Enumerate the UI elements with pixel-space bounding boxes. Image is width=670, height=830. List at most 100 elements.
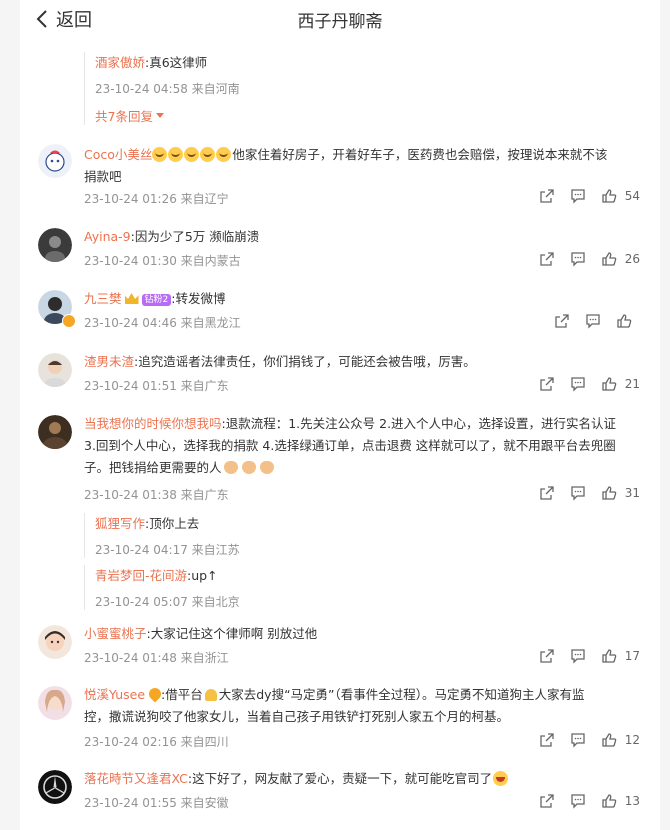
emoji-icon bbox=[152, 147, 168, 162]
reply-meta: 23-10-24 04:17 来自江苏 bbox=[95, 543, 240, 557]
emoji-icon bbox=[184, 147, 200, 162]
crown-icon bbox=[124, 293, 139, 304]
like-button[interactable]: 12 bbox=[601, 732, 640, 748]
comment-button[interactable] bbox=[570, 485, 586, 501]
more-replies-label: 共7条回复 bbox=[95, 109, 153, 124]
avatar[interactable] bbox=[38, 353, 72, 387]
comment-button[interactable] bbox=[585, 313, 601, 329]
avatar[interactable] bbox=[38, 625, 72, 659]
thumbs-up-icon bbox=[602, 189, 617, 203]
emoji-icon bbox=[216, 147, 232, 162]
comment-text: Coco小美丝 他家住着好房子，开着好车子，医药费也会赔偿，按理说本来就不该 捐款… bbox=[84, 144, 644, 188]
top-bar: 返回 西子丹聊斋 bbox=[20, 0, 660, 36]
share-button[interactable] bbox=[539, 732, 555, 748]
avatar[interactable] bbox=[38, 144, 72, 178]
comment-actions: 21 bbox=[539, 376, 640, 392]
left-gutter bbox=[0, 0, 20, 830]
comment-actions: 13 bbox=[539, 793, 640, 809]
thumbs-up-icon bbox=[602, 794, 617, 808]
like-button[interactable]: 26 bbox=[601, 251, 640, 267]
like-button[interactable]: 54 bbox=[601, 188, 640, 204]
comment-username[interactable]: 当我想你的时候你想我吗 bbox=[84, 416, 222, 431]
comment-text: Ayina-9:因为少了5万 濒临崩溃 bbox=[84, 226, 644, 248]
like-count: 17 bbox=[624, 649, 640, 663]
comment-item: Ayina-9:因为少了5万 濒临崩溃 23-10-24 01:30 来自内蒙古… bbox=[20, 228, 660, 272]
reply-username[interactable]: 酒家傲娇 bbox=[95, 55, 145, 70]
reply-text: :真6这律师 bbox=[145, 55, 208, 70]
comment-text-line: 控，撒谎说狗咬了他家女儿，当着自己孩子用铁铲打死别人家五个月的柯基。 bbox=[84, 709, 510, 724]
like-count: 26 bbox=[624, 252, 640, 266]
share-icon bbox=[540, 486, 554, 500]
comment-meta: 23-10-24 04:46 来自黑龙江 bbox=[84, 316, 241, 330]
like-button[interactable]: 21 bbox=[601, 376, 640, 392]
comment-icon bbox=[571, 189, 585, 204]
like-count: 31 bbox=[624, 486, 640, 500]
comment-button[interactable] bbox=[570, 648, 586, 664]
share-icon bbox=[540, 733, 554, 747]
comment-item: 渣男未渣:追究造谣者法律责任，你们捐钱了，可能还会被告哦，厉害。 23-10-2… bbox=[20, 353, 660, 397]
share-button[interactable] bbox=[539, 251, 555, 267]
share-icon bbox=[540, 794, 554, 808]
comment-text: 当我想你的时候你想我吗:退款流程：1.先关注公众号 2.进入个人中心，选择设置，… bbox=[84, 413, 644, 479]
comment-button[interactable] bbox=[570, 732, 586, 748]
like-count: 54 bbox=[624, 189, 640, 203]
comment-actions bbox=[554, 313, 640, 329]
comment-username[interactable]: 小蜜蜜桃子 bbox=[84, 626, 147, 641]
comment-text: 悦溪Yusee:借平台 大家去dy搜“马定勇”（看事件全过程）。马定勇不知道狗主人… bbox=[84, 684, 644, 728]
comment-item: 小蜜蜜桃子:大家记住这个律师啊 别放过他 23-10-24 01:48 来自浙江… bbox=[20, 625, 660, 669]
comment-icon bbox=[571, 794, 585, 809]
reply-meta: 23-10-24 05:07 来自北京 bbox=[95, 595, 240, 609]
share-button[interactable] bbox=[554, 313, 570, 329]
like-count: 13 bbox=[624, 794, 640, 808]
avatar[interactable] bbox=[38, 770, 72, 804]
comment-text-line: 捐款吧 bbox=[84, 169, 122, 184]
share-button[interactable] bbox=[539, 648, 555, 664]
comment-username[interactable]: 九三樊 bbox=[84, 291, 122, 306]
cat-emoji-icon bbox=[223, 461, 238, 474]
share-button[interactable] bbox=[539, 188, 555, 204]
comment-text-line: :转发微博 bbox=[171, 291, 226, 306]
like-button[interactable]: 31 bbox=[601, 485, 640, 501]
reply-text-line: 青岩梦回-花间游:up↑ bbox=[95, 565, 240, 584]
emoji-icon bbox=[200, 147, 216, 162]
page: 返回 西子丹聊斋 酒家傲娇:真6这律师 23-10-24 04:58 来自河南 … bbox=[0, 0, 670, 830]
share-button[interactable] bbox=[539, 793, 555, 809]
comment-username[interactable]: 落花時节又逢君XC bbox=[84, 771, 188, 786]
comment-text: 小蜜蜜桃子:大家记住这个律师啊 别放过他 bbox=[84, 623, 644, 645]
share-button[interactable] bbox=[539, 485, 555, 501]
comment-button[interactable] bbox=[570, 251, 586, 267]
share-icon bbox=[540, 377, 554, 391]
comment-username[interactable]: Ayina-9 bbox=[84, 229, 131, 244]
like-count: 12 bbox=[624, 733, 640, 747]
comment-text-line: :追究造谣者法律责任，你们捐钱了，可能还会被告哦，厉害。 bbox=[134, 354, 476, 369]
share-button[interactable] bbox=[539, 376, 555, 392]
avatar[interactable] bbox=[38, 415, 72, 449]
comment-button[interactable] bbox=[570, 188, 586, 204]
comment-item: Coco小美丝 他家住着好房子，开着好车子，医药费也会赔偿，按理说本来就不该 捐款… bbox=[20, 144, 660, 214]
comment-username[interactable]: Coco小美丝 bbox=[84, 147, 152, 162]
comment-meta: 23-10-24 01:55 来自安徽 bbox=[84, 796, 229, 810]
like-button[interactable]: 13 bbox=[601, 793, 640, 809]
reply-username[interactable]: 青岩梦回-花间游 bbox=[95, 568, 187, 583]
reply-username[interactable]: 狐狸写作 bbox=[95, 516, 145, 531]
avatar[interactable] bbox=[38, 686, 72, 720]
like-button[interactable]: 17 bbox=[601, 648, 640, 664]
comment-meta: 23-10-24 01:30 来自内蒙古 bbox=[84, 254, 241, 268]
comment-actions: 12 bbox=[539, 732, 640, 748]
comment-button[interactable] bbox=[570, 793, 586, 809]
avatar[interactable] bbox=[38, 228, 72, 262]
comment-actions: 26 bbox=[539, 251, 640, 267]
thumbs-up-icon bbox=[602, 486, 617, 500]
comment-icon bbox=[571, 377, 585, 392]
like-button[interactable] bbox=[616, 313, 640, 329]
share-icon bbox=[540, 252, 554, 266]
pray-emoji-icon bbox=[204, 689, 217, 701]
comment-text-line: 子。把钱捐给更需要的人 bbox=[84, 460, 222, 475]
more-replies-link[interactable]: 共7条回复 bbox=[95, 106, 164, 125]
comment-button[interactable] bbox=[570, 376, 586, 392]
comment-username[interactable]: 渣男未渣 bbox=[84, 354, 134, 369]
comment-meta: 23-10-24 02:16 来自四川 bbox=[84, 735, 229, 749]
comment-username[interactable]: 悦溪Yusee bbox=[84, 687, 145, 702]
like-count: 21 bbox=[624, 377, 640, 391]
more-replies-row: 共7条回复 bbox=[95, 106, 240, 125]
